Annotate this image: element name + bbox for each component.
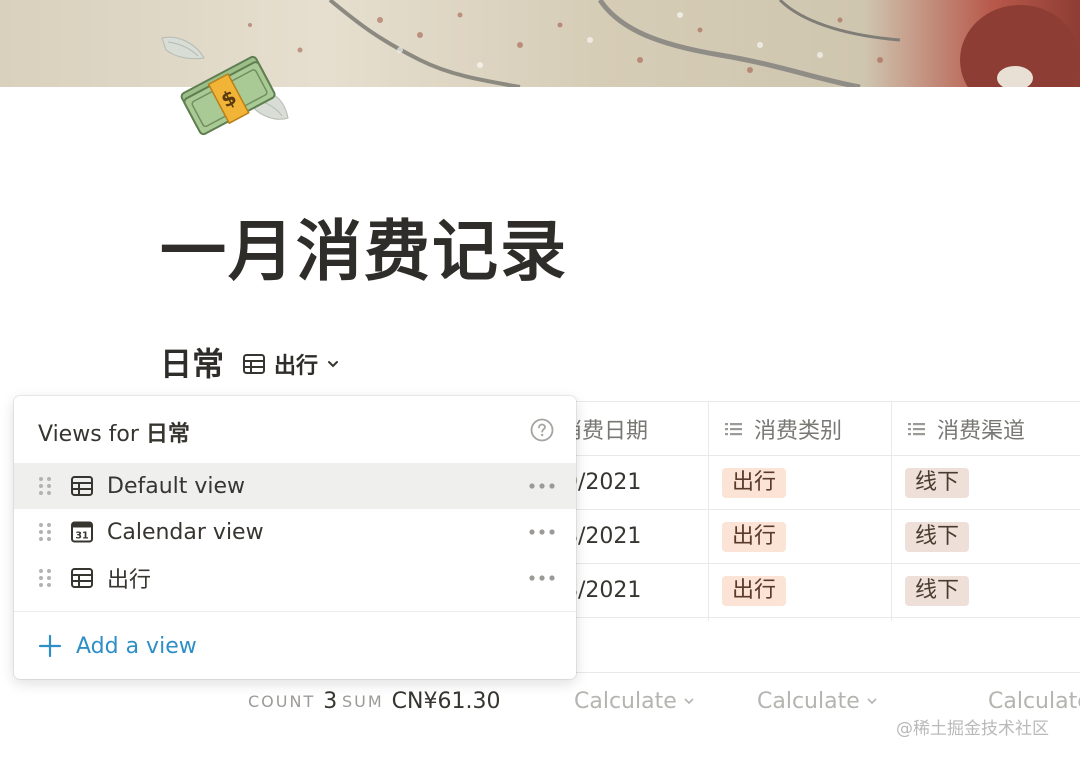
column-header-label: 消费类别 bbox=[754, 418, 843, 444]
column-divider bbox=[891, 401, 892, 621]
calculate-button-channel[interactable]: Calculate bbox=[988, 686, 1080, 716]
list-icon bbox=[725, 422, 742, 435]
table-icon bbox=[243, 354, 265, 374]
table-cell-channel[interactable]: 线下 bbox=[891, 456, 1080, 510]
calculate-label: Calculate bbox=[574, 688, 677, 714]
chevron-down-icon bbox=[684, 698, 694, 705]
chevron-down-icon bbox=[328, 361, 339, 368]
count-value: 3 bbox=[323, 688, 338, 714]
sum-value: CN¥61.30 bbox=[391, 688, 501, 714]
calculate-button-category[interactable]: Calculate bbox=[757, 686, 878, 716]
popover-heading: Views for 日常 bbox=[38, 416, 190, 448]
table-cell-category[interactable]: 出行 bbox=[708, 456, 891, 510]
add-view-button[interactable]: Add a view bbox=[38, 628, 197, 664]
table-cell-category[interactable]: 出行 bbox=[708, 510, 891, 564]
count-label: COUNT bbox=[248, 691, 316, 711]
drag-handle-icon[interactable] bbox=[38, 521, 52, 543]
view-item-travel[interactable]: 出行 bbox=[14, 555, 576, 601]
sum-calculation[interactable]: SUM CN¥61.30 bbox=[342, 686, 500, 716]
heading-prefix: Views for bbox=[38, 422, 139, 447]
table-icon bbox=[71, 476, 93, 496]
money-with-wings-icon[interactable]: $ bbox=[158, 30, 290, 148]
calculate-button-date[interactable]: Calculate bbox=[574, 686, 695, 716]
category-tag: 出行 bbox=[722, 575, 787, 606]
view-item-default[interactable]: Default view bbox=[14, 463, 576, 509]
popover-divider bbox=[14, 611, 576, 612]
category-tag: 出行 bbox=[722, 521, 787, 552]
table-cell-category[interactable]: 出行 bbox=[708, 564, 891, 618]
list-icon bbox=[908, 422, 925, 435]
column-header-label: 消费渠道 bbox=[937, 418, 1026, 444]
table-cell-channel[interactable]: 线下 bbox=[891, 564, 1080, 618]
current-view-label: 出行 bbox=[274, 354, 319, 379]
drag-handle-icon[interactable] bbox=[38, 567, 52, 589]
channel-tag: 线下 bbox=[905, 521, 970, 552]
drag-handle-icon[interactable] bbox=[38, 475, 52, 497]
database-title[interactable]: 日常 bbox=[160, 344, 224, 384]
column-divider bbox=[708, 401, 709, 621]
view-label: Default view bbox=[107, 473, 246, 499]
plus-icon bbox=[38, 634, 62, 658]
channel-tag: 线下 bbox=[905, 467, 970, 498]
column-header-category[interactable]: 消费类别 bbox=[708, 401, 891, 456]
more-options-icon[interactable] bbox=[528, 482, 556, 490]
category-tag: 出行 bbox=[722, 467, 787, 498]
calculate-label: Calculate bbox=[988, 688, 1080, 714]
watermark: @稀土掘金技术社区 bbox=[896, 719, 1049, 739]
chevron-down-icon bbox=[867, 698, 877, 705]
column-header-channel[interactable]: 消费渠道 bbox=[891, 401, 1080, 456]
help-icon[interactable] bbox=[530, 418, 554, 442]
sum-label: SUM bbox=[342, 691, 384, 711]
channel-tag: 线下 bbox=[905, 575, 970, 606]
calendar-day-number: 31 bbox=[75, 531, 88, 542]
heading-database-name: 日常 bbox=[145, 422, 190, 447]
calculate-label: Calculate bbox=[757, 688, 860, 714]
view-label: Calendar view bbox=[107, 519, 264, 545]
view-switcher-button[interactable]: 出行 bbox=[242, 349, 340, 379]
add-view-label: Add a view bbox=[76, 633, 197, 659]
calendar-icon: 31 bbox=[71, 521, 93, 543]
page-title[interactable]: 一月消费记录 bbox=[160, 212, 568, 292]
views-popover: Views for 日常 Default view 31 Calendar vi… bbox=[14, 396, 576, 679]
view-label: 出行 bbox=[107, 568, 152, 593]
table-cell-channel[interactable]: 线下 bbox=[891, 510, 1080, 564]
count-calculation[interactable]: COUNT 3 bbox=[248, 686, 337, 716]
more-options-icon[interactable] bbox=[528, 574, 556, 582]
table-icon bbox=[71, 568, 93, 588]
view-item-calendar[interactable]: 31 Calendar view bbox=[14, 509, 576, 555]
more-options-icon[interactable] bbox=[528, 528, 556, 536]
